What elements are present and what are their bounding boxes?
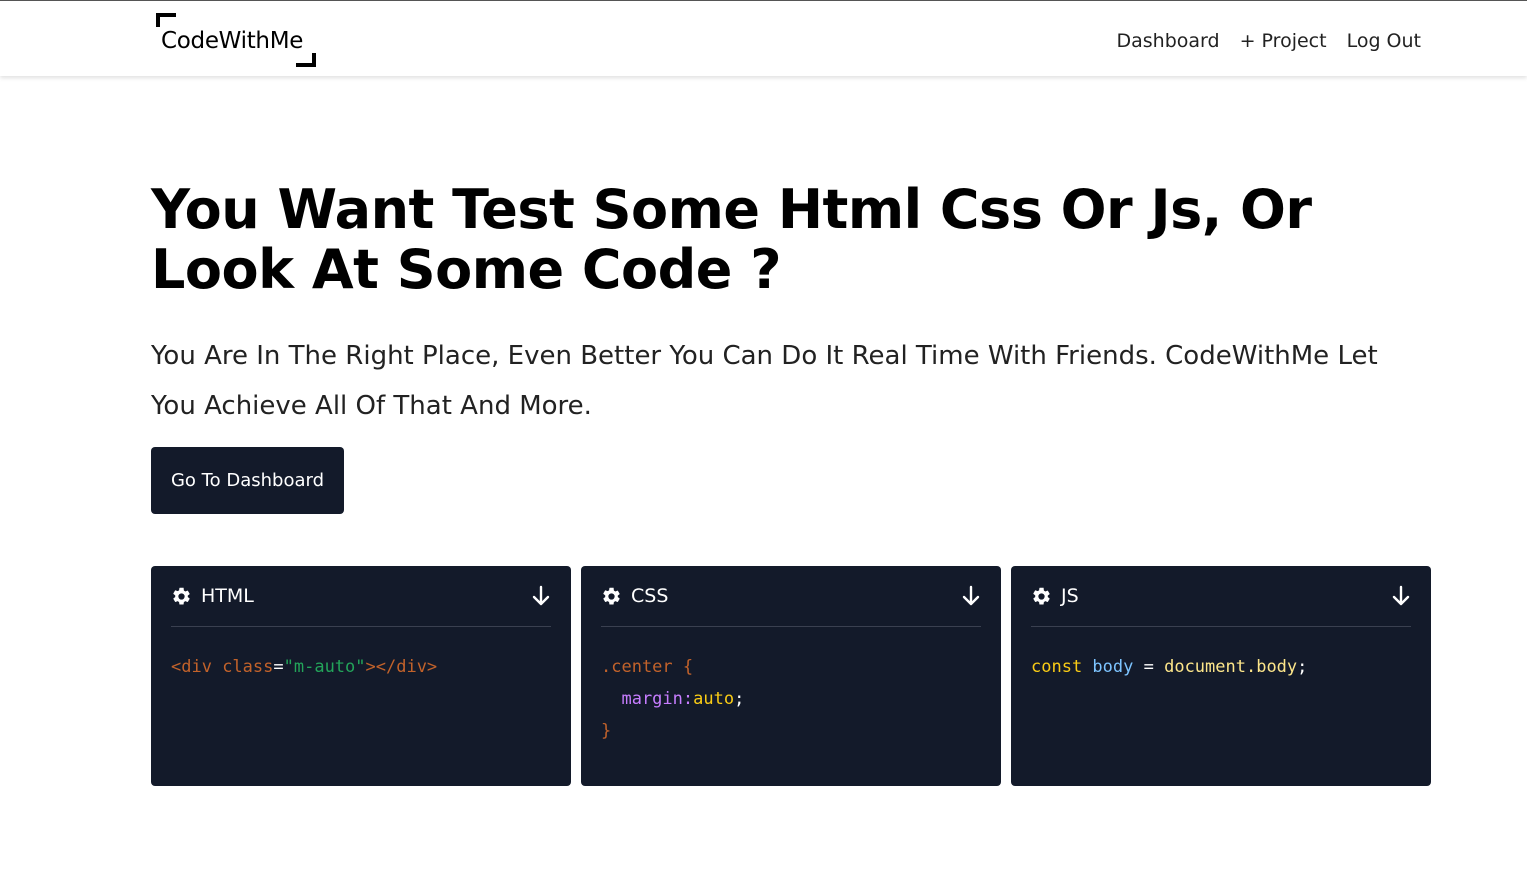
code-operator: = [1133,657,1165,677]
logo[interactable]: CodeWithMe [156,13,316,67]
html-card: HTML <div class="m-auto"></div> [151,566,571,786]
code-keyword: const [1031,657,1083,677]
card-header: HTML [171,566,551,627]
code-attribute: class [211,657,274,677]
card-header-left: JS [1031,585,1079,607]
code-cards: HTML <div class="m-auto"></div> CSS .cen… [151,566,1431,786]
card-header: CSS [601,566,981,627]
logo-text: CodeWithMe [161,28,304,54]
code-value: auto [693,689,735,709]
gear-icon[interactable] [1031,586,1052,607]
card-header: JS [1031,566,1411,627]
code-selector: .center { [601,657,694,677]
js-card: JS const body = document.body; [1011,566,1431,786]
nav-dashboard-link[interactable]: Dashboard [1117,30,1220,52]
code-variable: body [1082,657,1134,677]
card-header-left: CSS [601,585,668,607]
code-semicolon: ; [734,689,745,709]
gear-icon[interactable] [601,586,622,607]
go-to-dashboard-button[interactable]: Go To Dashboard [151,447,344,514]
code-equals: = [273,657,284,677]
code-brace: } [601,721,612,741]
nav-logout-link[interactable]: Log Out [1347,30,1421,52]
arrow-down-icon[interactable] [1391,585,1411,607]
logo-corner-top-left [156,13,176,27]
code-semicolon: ; [1297,657,1308,677]
code-string: "m-auto" [283,657,366,677]
card-title: CSS [631,585,669,607]
css-card: CSS .center { margin:auto; } [581,566,1001,786]
card-header-left: HTML [171,585,254,607]
code-preview: const body = document.body; [1031,627,1411,683]
card-title: JS [1061,585,1079,607]
nav-links: Dashboard + Project Log Out [1117,27,1422,55]
hero-title: You Want Test Some Html Css Or Js, Or Lo… [151,178,1312,301]
logo-corner-bottom-right [296,53,316,67]
code-tag: <div [171,657,212,677]
code-tag: ></div> [365,657,438,677]
code-object: document.body [1164,657,1298,677]
code-preview: <div class="m-auto"></div> [171,627,551,683]
code-preview: .center { margin:auto; } [601,627,981,747]
arrow-down-icon[interactable] [961,585,981,607]
navbar: CodeWithMe Dashboard + Project Log Out [0,0,1527,76]
code-property: margin: [601,689,694,709]
card-title: HTML [201,585,254,607]
gear-icon[interactable] [171,586,192,607]
arrow-down-icon[interactable] [531,585,551,607]
nav-new-project-link[interactable]: + Project [1240,30,1327,52]
hero-subtitle: You Are In The Right Place, Even Better … [151,341,1378,421]
